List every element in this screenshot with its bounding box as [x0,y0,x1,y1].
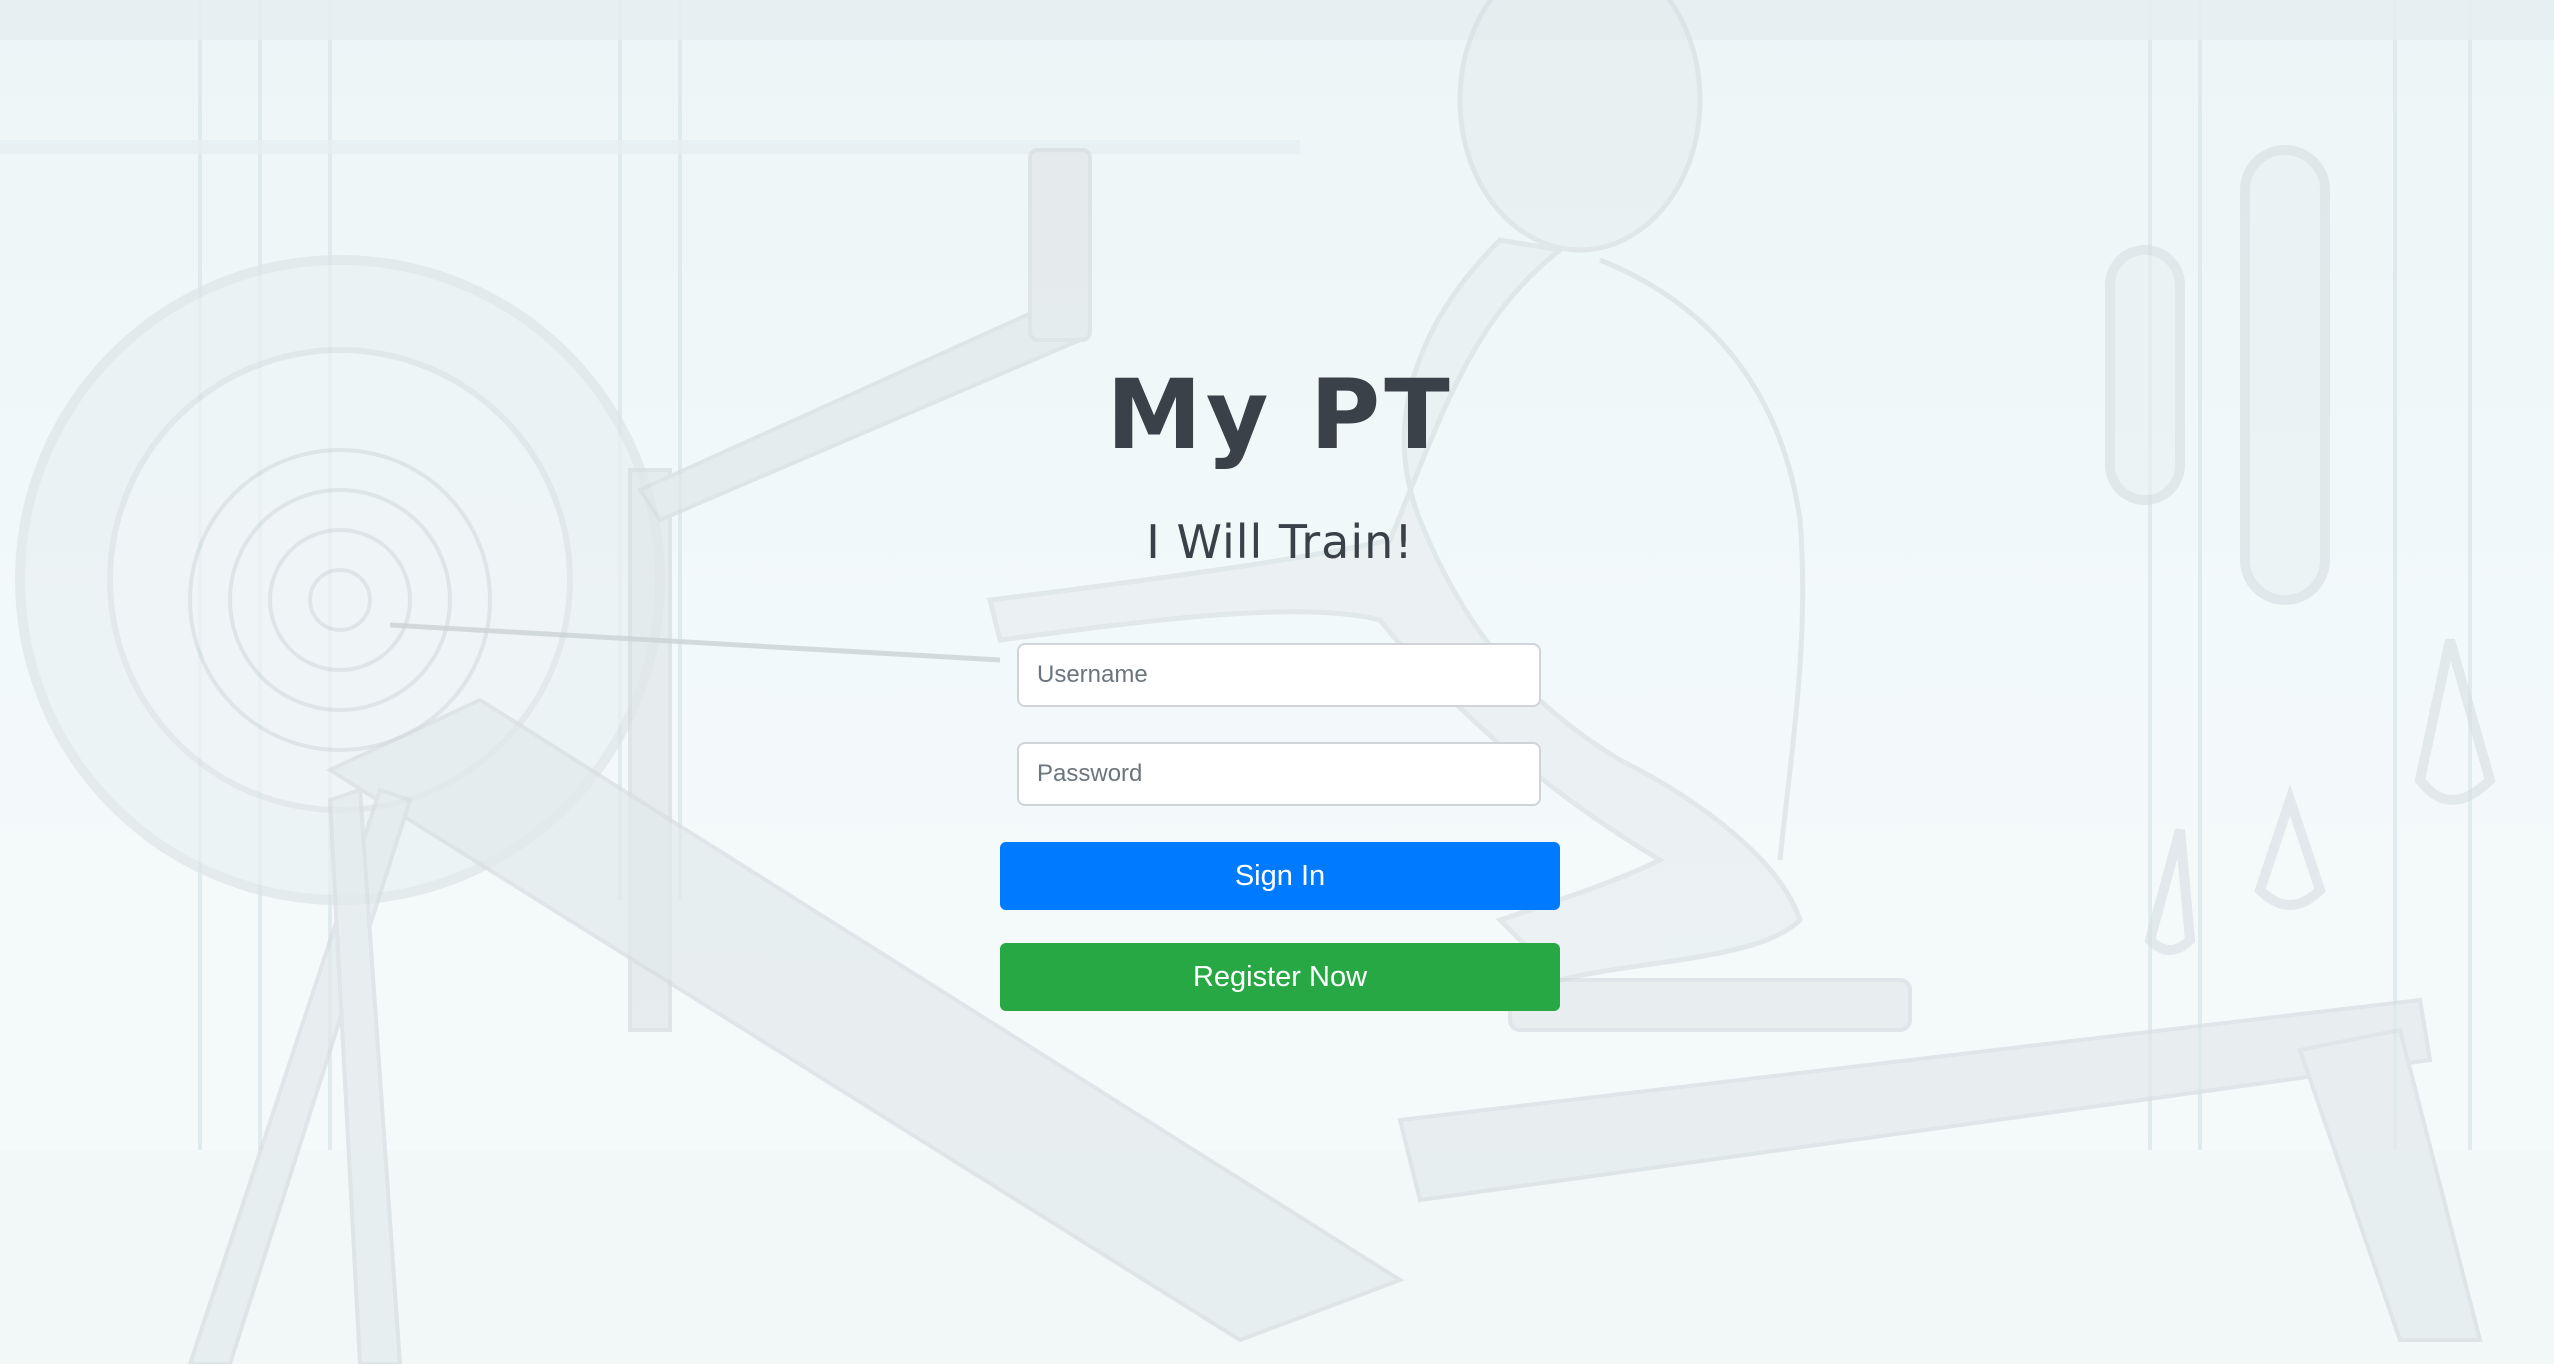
app-title: My PT [1106,359,1454,471]
login-panel: My PT I Will Train! Sign In Register Now [1000,360,1560,1020]
app-subtitle: I Will Train! [1146,515,1414,569]
username-input[interactable] [1017,643,1541,707]
password-input[interactable] [1017,742,1541,806]
register-now-button[interactable]: Register Now [1000,943,1560,1011]
login-page: My PT I Will Train! Sign In Register Now [0,0,2554,1364]
sign-in-button[interactable]: Sign In [1000,842,1560,910]
